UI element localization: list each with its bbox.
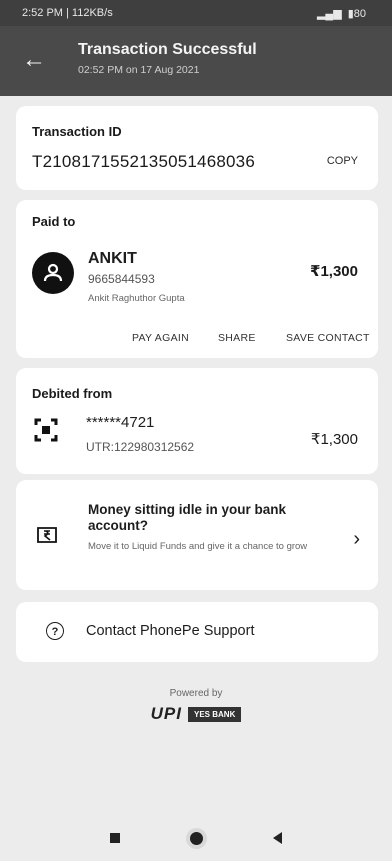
footer-logos: UPI YES BANK xyxy=(0,704,392,724)
promo-description: Move it to Liquid Funds and give it a ch… xyxy=(88,541,308,552)
help-circle-icon: ? xyxy=(46,622,64,640)
person-icon xyxy=(32,252,74,294)
battery-level: 80 xyxy=(353,7,366,20)
battery-icon: ▮80 xyxy=(347,7,366,20)
contact-support-label: Contact PhonePe Support xyxy=(86,623,255,639)
save-contact-button[interactable]: SAVE CONTACT xyxy=(286,332,370,344)
powered-by-label: Powered by xyxy=(169,688,223,699)
debited-from-card: Debited from ******4721 UTR:122980312562… xyxy=(16,368,378,474)
share-button[interactable]: SHARE xyxy=(218,332,256,344)
payee-bank-name: Ankit Raghuthor Gupta xyxy=(88,293,185,304)
status-icons: ▂▄▆ ▮80 xyxy=(317,7,366,20)
transaction-card: Transaction ID T2108171552135051468036 C… xyxy=(16,106,378,190)
pay-again-button[interactable]: PAY AGAIN xyxy=(132,332,189,344)
back-arrow-icon[interactable]: ← xyxy=(22,48,46,72)
page-title: Transaction Successful xyxy=(78,41,257,58)
utr-number: UTR:122980312562 xyxy=(86,440,195,454)
page-subtitle: 02:52 PM on 17 Aug 2021 xyxy=(78,64,200,76)
copy-button[interactable]: COPY xyxy=(327,155,358,167)
debited-amount: ₹1,300 xyxy=(310,431,358,448)
payee-name: ANKIT xyxy=(88,250,137,267)
signal-icon: ▂▄▆ xyxy=(316,7,342,20)
support-card[interactable]: ? Contact PhonePe Support xyxy=(16,602,378,662)
upi-logo: UPI xyxy=(150,704,182,723)
recents-icon[interactable] xyxy=(110,833,120,843)
bank-scan-icon xyxy=(34,418,58,442)
home-icon[interactable] xyxy=(190,831,203,845)
account-number-masked: ******4721 xyxy=(86,414,155,431)
app-bar: ← Transaction Successful 02:52 PM on 17 … xyxy=(0,26,392,96)
promo-title: Money sitting idle in your bank account? xyxy=(88,502,287,533)
debited-from-label: Debited from xyxy=(32,386,113,401)
nav-back-icon[interactable] xyxy=(273,832,282,844)
system-nav-bar xyxy=(0,815,392,861)
yes-bank-logo: YES BANK xyxy=(188,706,242,722)
liquid-funds-promo-card[interactable]: Money sitting idle in your bank account?… xyxy=(16,480,378,590)
paid-amount: ₹1,300 xyxy=(310,263,358,280)
rupee-wallet-icon xyxy=(37,527,57,543)
payee-phone: 9665844593 xyxy=(88,272,155,286)
status-time: 2:52 PM | 112KB/s xyxy=(22,7,113,19)
status-bar: 2:52 PM | 112KB/s ▂▄▆ ▮80 xyxy=(0,0,392,26)
chevron-right-icon[interactable]: › xyxy=(353,528,360,551)
transaction-id-value: T2108171552135051468036 xyxy=(32,152,255,171)
paid-to-card: Paid to ANKIT 9665844593 Ankit Raghuthor… xyxy=(16,200,378,358)
transaction-id-label: Transaction ID xyxy=(32,124,122,139)
paid-to-label: Paid to xyxy=(32,214,76,229)
